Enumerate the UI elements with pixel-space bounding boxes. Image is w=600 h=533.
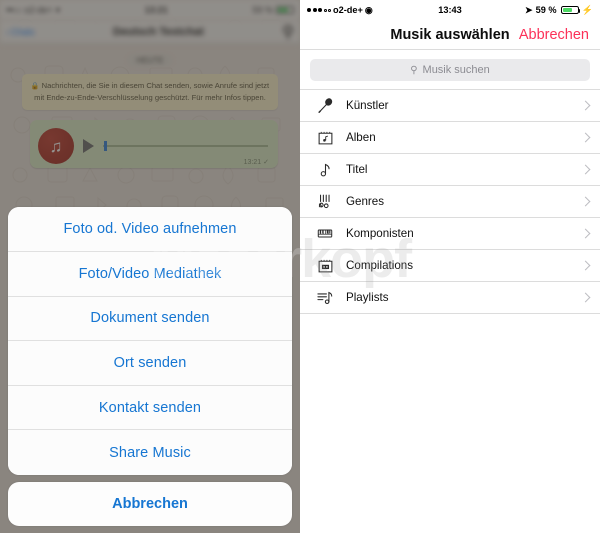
action-label: Foto od. Video aufnehmen xyxy=(63,221,237,238)
list-item-komponisten[interactable]: Komponisten xyxy=(300,218,600,250)
action-label: Kontakt senden xyxy=(98,399,202,416)
list-item-genres[interactable]: Genres xyxy=(300,186,600,218)
action-send-contact[interactable]: Kontakt senden xyxy=(8,385,292,431)
genres-icon xyxy=(314,193,336,210)
list-item-label: Genres xyxy=(346,195,385,208)
search-container: ⚲ Musik suchen xyxy=(300,50,600,89)
action-share-music[interactable]: Share Music xyxy=(8,430,292,475)
chevron-right-icon xyxy=(580,164,591,175)
action-send-location[interactable]: Ort senden xyxy=(8,341,292,386)
chevron-right-icon xyxy=(580,100,591,111)
page-title: Musik auswählen xyxy=(390,26,510,43)
dual-screenshot: •••○○ o2-de+ ▾ 13:21 59 % ‹ Chats Deutsc… xyxy=(0,0,600,533)
search-input[interactable]: ⚲ Musik suchen xyxy=(310,59,590,81)
cancel-button[interactable]: Abbrechen xyxy=(519,27,589,43)
action-photo-video-library[interactable]: Foto/Video Mediathek xyxy=(8,252,292,297)
right-status-bar: o2-de+ ◉ 13:43 ➤ 59 % ⚡ xyxy=(300,0,600,20)
right-status-battery-group: ➤ 59 % ⚡ xyxy=(498,5,593,16)
list-item-label: Alben xyxy=(346,131,376,144)
action-take-photo-video[interactable]: Foto od. Video aufnehmen xyxy=(8,207,292,253)
action-sheet-options: Foto od. Video aufnehmen Foto/Video Medi… xyxy=(8,207,292,475)
music-picker-screen: o2-de+ ◉ 13:43 ➤ 59 % ⚡ Musik auswählen … xyxy=(300,0,600,533)
carrier-label: o2-de+ xyxy=(333,5,363,15)
cancel-label: Abbrechen xyxy=(112,496,188,512)
action-label: Dokument senden xyxy=(90,310,210,327)
list-item-compilations[interactable]: Compilations xyxy=(300,250,600,282)
action-label: Ort senden xyxy=(113,355,187,372)
compilation-icon xyxy=(314,257,336,274)
chevron-right-icon xyxy=(580,132,591,143)
search-placeholder: Musik suchen xyxy=(422,64,490,76)
wifi-icon: ◉ xyxy=(364,4,373,15)
battery-percent-label: 59 % xyxy=(535,5,557,15)
list-item-label: Künstler xyxy=(346,99,389,112)
music-note-icon xyxy=(314,161,336,178)
action-send-document[interactable]: Dokument senden xyxy=(8,296,292,342)
chevron-right-icon xyxy=(580,196,591,207)
chevron-right-icon xyxy=(580,228,591,239)
right-status-carrier-group: o2-de+ ◉ xyxy=(307,5,402,16)
microphone-icon xyxy=(314,97,336,114)
location-arrow-icon: ➤ xyxy=(525,4,533,15)
action-sheet-cancel-button[interactable]: Abbrechen xyxy=(8,482,292,526)
list-item-label: Playlists xyxy=(346,291,389,304)
lightning-bolt-icon: ⚡ xyxy=(581,4,593,15)
list-item-label: Komponisten xyxy=(346,227,414,240)
right-nav-bar: Musik auswählen Abbrechen xyxy=(300,20,600,50)
chevron-right-icon xyxy=(580,292,591,303)
action-label: Share Music xyxy=(109,444,191,461)
whatsapp-chat-screen: •••○○ o2-de+ ▾ 13:21 59 % ‹ Chats Deutsc… xyxy=(0,0,300,533)
battery-icon xyxy=(560,5,581,15)
right-status-time: 13:43 xyxy=(438,5,462,15)
action-sheet: Foto od. Video aufnehmen Foto/Video Medi… xyxy=(8,207,292,526)
list-item-alben[interactable]: Alben xyxy=(300,122,600,154)
action-label: Foto/Video Mediathek xyxy=(78,265,222,282)
list-item-titel[interactable]: Titel xyxy=(300,154,600,186)
album-icon xyxy=(314,129,336,146)
piano-keyboard-icon xyxy=(314,225,336,242)
list-item-playlists[interactable]: Playlists xyxy=(300,282,600,314)
list-item-label: Compilations xyxy=(346,259,414,272)
cancel-label: Abbrechen xyxy=(518,26,589,43)
chevron-right-icon xyxy=(580,260,591,271)
music-category-list: Künstler Alben Titel Genres Komponisten … xyxy=(300,89,600,314)
search-icon: ⚲ xyxy=(410,64,418,76)
signal-dots-icon xyxy=(307,8,331,12)
playlist-icon xyxy=(314,289,336,306)
list-item-label: Titel xyxy=(346,163,368,176)
list-item-kuenstler[interactable]: Künstler xyxy=(300,90,600,122)
